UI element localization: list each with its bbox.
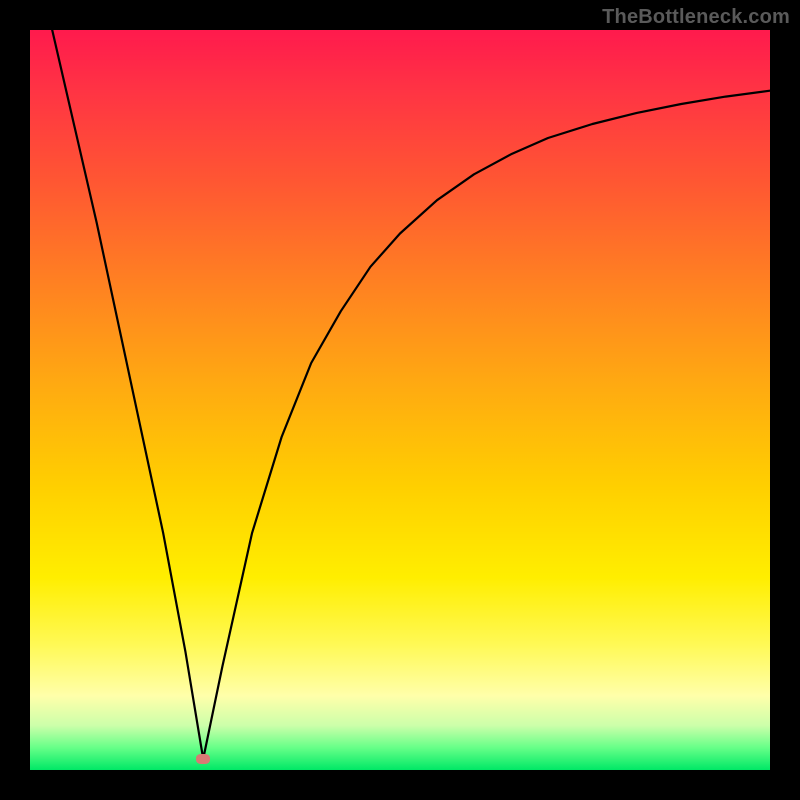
watermark-text: TheBottleneck.com — [602, 6, 790, 29]
bottleneck-curve — [30, 30, 770, 770]
plot-area — [30, 30, 770, 770]
curve-path — [52, 30, 770, 759]
optimum-marker — [196, 754, 210, 764]
chart-frame: TheBottleneck.com — [0, 0, 800, 800]
